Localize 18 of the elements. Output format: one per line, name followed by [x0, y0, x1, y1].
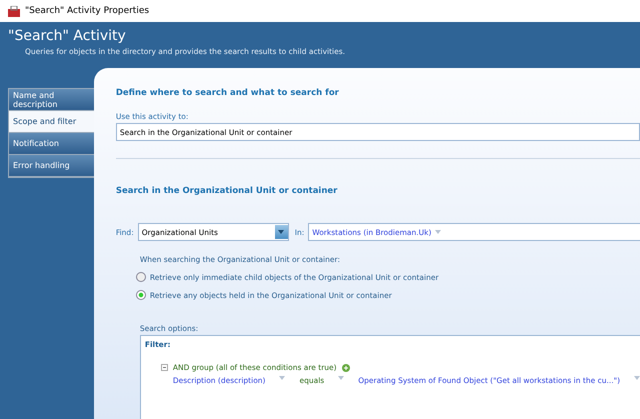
toolbox-icon — [8, 6, 20, 16]
section-heading: Search in the Organizational Unit or container — [116, 186, 338, 196]
sidebar-item[interactable]: Notification — [9, 133, 94, 155]
caret-icon — [634, 376, 640, 380]
caret-icon — [278, 230, 284, 234]
caret-icon — [338, 376, 344, 380]
activity-title: "Search" Activity — [8, 28, 127, 44]
sidebar-item[interactable]: Scope and filter — [9, 111, 94, 133]
add-icon[interactable] — [342, 364, 350, 372]
collapse-icon[interactable] — [160, 364, 168, 371]
caret-icon — [435, 230, 442, 234]
sidebar-item[interactable]: Name and description — [9, 89, 94, 111]
sidebar-item[interactable]: Error handling — [9, 155, 94, 177]
radio-button[interactable] — [136, 272, 146, 282]
window-title: "Search" Activity Properties — [25, 6, 150, 16]
radio-button[interactable] — [136, 290, 146, 300]
section-heading: Define where to search and what to search for — [116, 88, 340, 98]
caret-icon — [279, 376, 286, 380]
